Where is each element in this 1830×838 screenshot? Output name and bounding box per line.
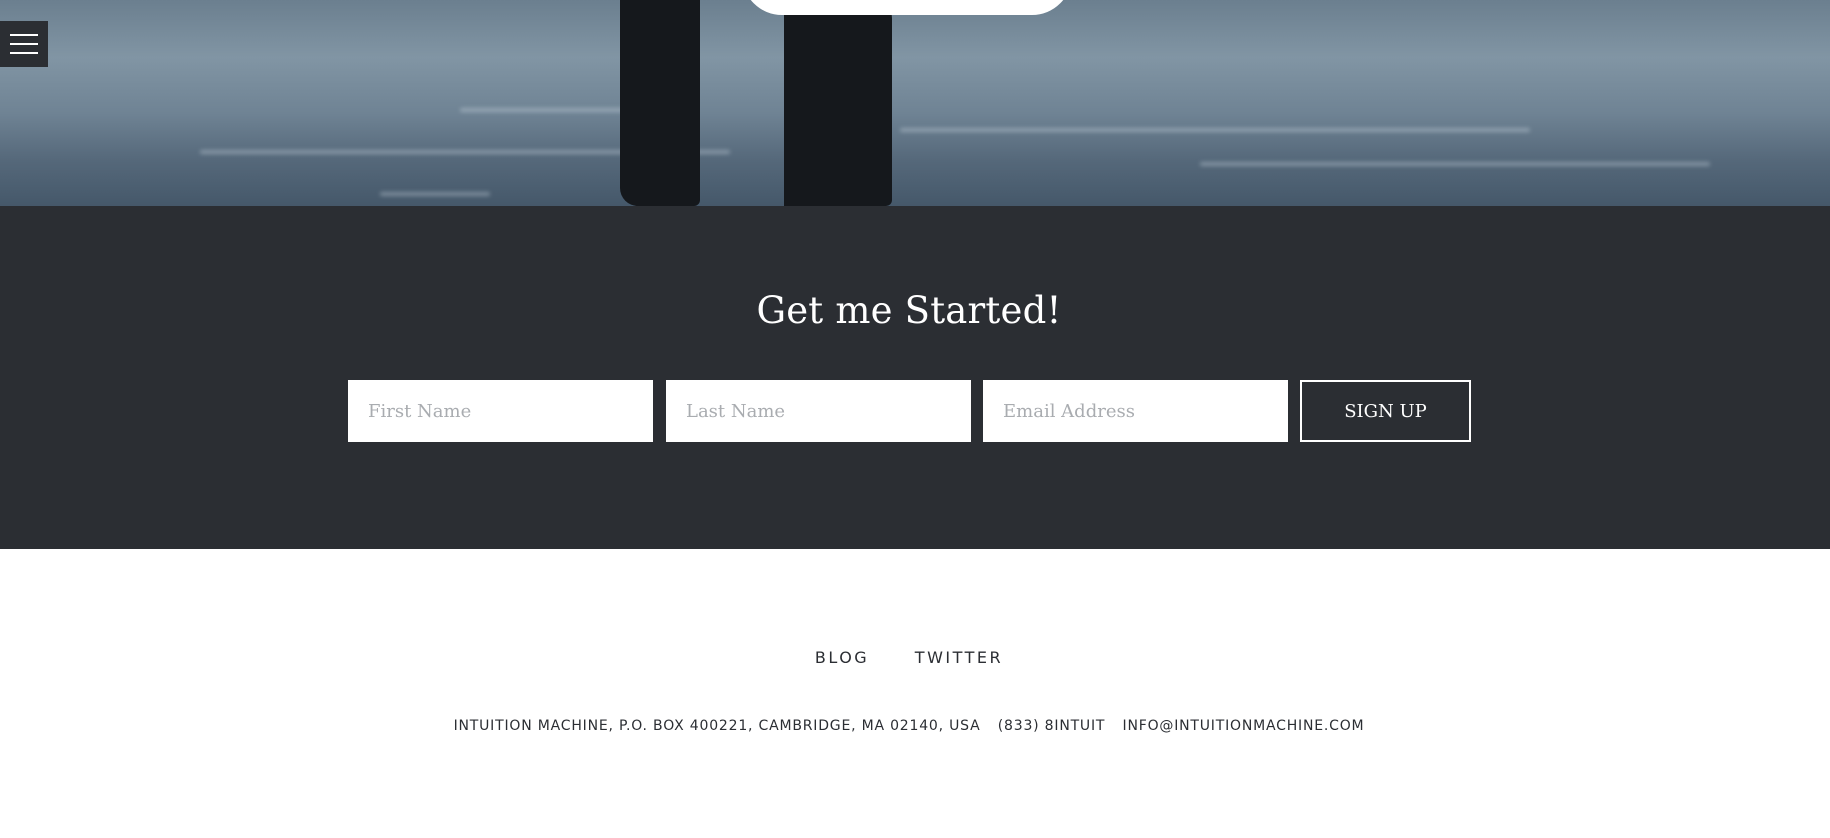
person-left-leg [620,0,700,206]
hero-image [0,0,1830,206]
first-name-input[interactable] [348,380,653,442]
hamburger-icon-line [10,43,38,45]
last-name-input[interactable] [666,380,971,442]
footer-link-blog[interactable]: BLOG [815,648,869,667]
hero-button-edge [742,0,1072,15]
person-right-leg [784,0,892,206]
footer-address: INTUITION MACHINE, P.O. BOX 400221, CAMB… [453,718,981,734]
footer-email-link[interactable]: INFO@INTUITIONMACHINE.COM [1123,718,1365,734]
hamburger-icon-line [10,52,38,54]
footer-nav: BLOG TWITTER [0,648,1818,667]
sea-shine [1200,162,1710,166]
footer-phone: (833) 8INTUIT [997,718,1106,734]
signup-heading: Get me Started! [756,289,1062,332]
footer-link-twitter[interactable]: TWITTER [915,648,1003,667]
sea-shine [900,128,1530,132]
menu-button[interactable] [0,21,48,67]
footer-contact: INTUITION MACHINE, P.O. BOX 400221, CAMB… [0,718,1818,734]
sea-shine [460,108,630,112]
sea-shine [380,192,490,196]
sign-up-button[interactable]: SIGN UP [1300,380,1471,442]
signup-section: Get me Started! SIGN UP [0,206,1830,549]
hamburger-icon-line [10,34,38,36]
email-input[interactable] [983,380,1288,442]
